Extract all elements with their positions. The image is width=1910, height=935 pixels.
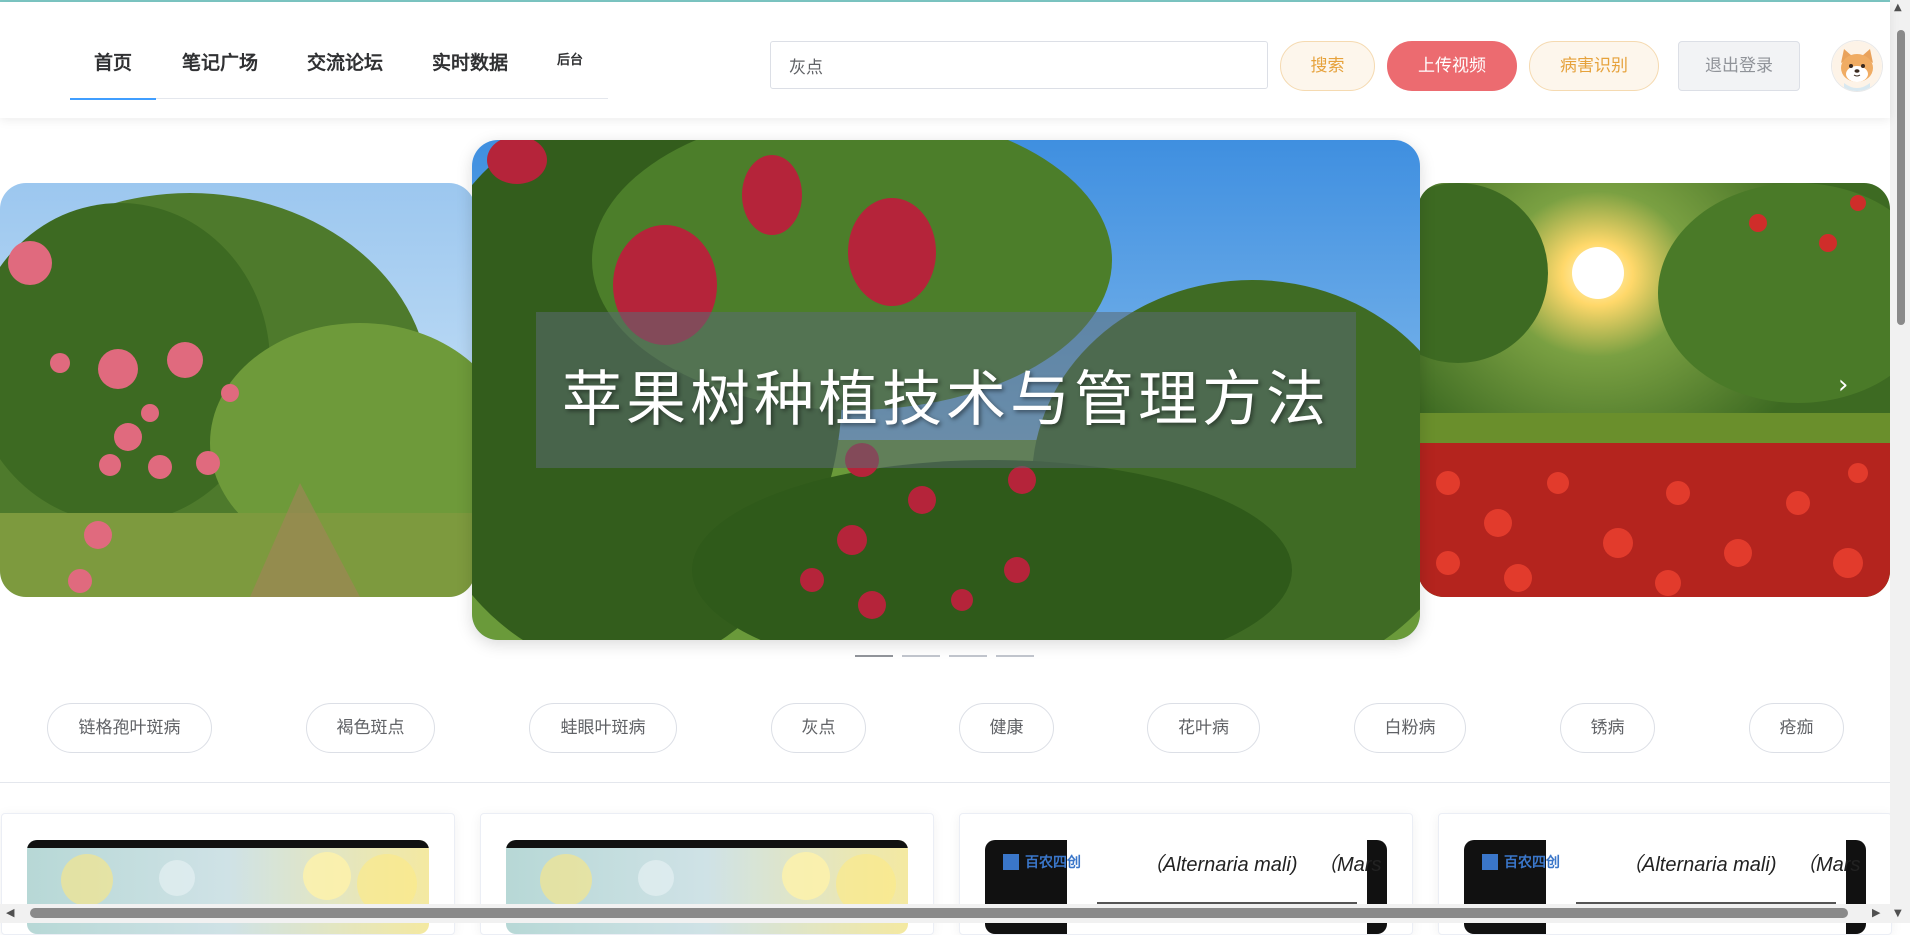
- nav-home[interactable]: 首页: [70, 32, 156, 100]
- apple-orchard-sunset-image: [1418, 183, 1890, 597]
- horizontal-scroll-thumb[interactable]: [30, 908, 1848, 918]
- carousel-indicator-4[interactable]: [996, 655, 1034, 657]
- carousel-slide-prev[interactable]: [0, 183, 475, 597]
- section-divider: [0, 782, 1890, 783]
- vertical-scroll-thumb[interactable]: [1897, 30, 1905, 325]
- nav-forum[interactable]: 交流论坛: [307, 32, 383, 98]
- carousel-slide-active[interactable]: 苹果树种植技术与管理方法: [472, 140, 1420, 640]
- nav-notes-square[interactable]: 笔记广场: [182, 32, 258, 98]
- triangle-down-icon[interactable]: ▼: [1894, 908, 1902, 919]
- search-button[interactable]: 搜索: [1280, 41, 1375, 91]
- tag-alternaria-leaf-spot[interactable]: 链格孢叶斑病: [47, 703, 212, 753]
- carousel-indicator-1[interactable]: [855, 655, 893, 657]
- tag-frogeye-leaf-spot[interactable]: 蛙眼叶斑病: [529, 703, 677, 753]
- banner-carousel: 苹果树种植技术与管理方法 ›: [0, 138, 1890, 668]
- triangle-right-icon[interactable]: ▶: [1872, 906, 1880, 919]
- carousel-indicator-2[interactable]: [902, 655, 940, 657]
- nav-realtime-data[interactable]: 实时数据: [432, 32, 508, 98]
- logout-button[interactable]: 退出登录: [1678, 41, 1800, 91]
- tag-rust[interactable]: 锈病: [1560, 703, 1655, 753]
- thumbnail-text: （Alternaria mali): [1622, 854, 1777, 876]
- tag-brown-spot[interactable]: 褐色斑点: [306, 703, 435, 753]
- thumbnail-logo: 百农四创: [1025, 854, 1081, 870]
- nav-admin[interactable]: 后台: [557, 32, 583, 98]
- disease-detect-button[interactable]: 病害识别: [1529, 41, 1659, 91]
- triangle-up-icon[interactable]: ▲: [1894, 2, 1902, 13]
- upload-video-button[interactable]: 上传视频: [1387, 41, 1517, 91]
- shiba-dog-avatar-icon: [1832, 41, 1882, 91]
- apple-orchard-image: [0, 183, 475, 597]
- avatar[interactable]: [1832, 41, 1882, 91]
- tag-powdery-mildew[interactable]: 白粉病: [1354, 703, 1466, 753]
- thumbnail-logo: 百农四创: [1504, 854, 1560, 870]
- banner-caption: 苹果树种植技术与管理方法: [562, 364, 1330, 435]
- thumbnail-text: （Alternaria mali): [1143, 854, 1298, 876]
- search-input[interactable]: [770, 41, 1268, 89]
- tag-scab[interactable]: 疮痂: [1749, 703, 1844, 753]
- tag-grey-spot[interactable]: 灰点: [771, 703, 866, 753]
- header: 首页 笔记广场 交流论坛 实时数据 后台 搜索 上传视频 病害识别 退出登录: [0, 2, 1890, 118]
- carousel-slide-next[interactable]: [1418, 183, 1890, 597]
- main-nav: 首页 笔记广场 交流论坛 实时数据 后台: [70, 32, 608, 100]
- tag-mosaic[interactable]: 花叶病: [1147, 703, 1260, 753]
- thumbnail-text: （Mars: [1796, 854, 1861, 876]
- carousel-indicator-3[interactable]: [949, 655, 987, 657]
- chevron-right-icon[interactable]: ›: [1838, 370, 1848, 400]
- tag-healthy[interactable]: 健康: [959, 703, 1054, 753]
- triangle-left-icon[interactable]: ◀: [6, 906, 14, 919]
- thumbnail-text: （Mars: [1317, 854, 1382, 876]
